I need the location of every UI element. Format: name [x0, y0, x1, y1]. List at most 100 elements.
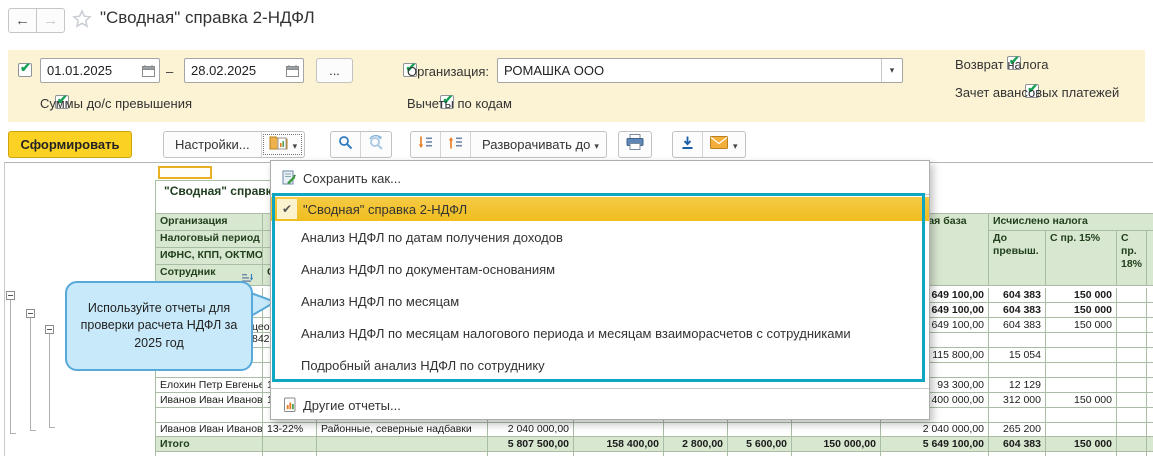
page-title: "Сводная" справка 2-НДФЛ	[100, 8, 315, 27]
report-total-cell: 158 400,00	[574, 437, 664, 452]
organization-label: Организация:	[407, 64, 490, 79]
report-cell	[989, 363, 1046, 378]
report-header-calculated: Исчислено налога	[989, 214, 1153, 231]
menu-item-selected-variant[interactable]: "Сводная" справка 2-НДФЛ	[271, 197, 929, 221]
report-cell: 2 040 000,00	[488, 422, 574, 437]
period-from-input[interactable]	[41, 63, 137, 78]
print-button[interactable]	[619, 132, 651, 157]
report-cell	[1147, 363, 1153, 378]
report-cell: 604 383	[989, 288, 1046, 303]
report-cell	[792, 452, 881, 456]
chevron-down-icon	[594, 136, 599, 154]
report-cell	[574, 452, 664, 456]
favorite-star-icon[interactable]	[72, 9, 92, 34]
back-arrow-icon: ←	[15, 12, 30, 29]
report-cell	[664, 452, 728, 456]
menu-item-save-as[interactable]: Сохранить как...	[271, 165, 929, 191]
menu-item-variant[interactable]: Подробный анализ НДФЛ по сотруднику	[301, 349, 921, 381]
period-more-button[interactable]: ...	[316, 58, 353, 83]
selected-cell-marker[interactable]	[158, 166, 212, 179]
report-header-sub: С пр. 18%	[1117, 231, 1147, 286]
menu-item-variant[interactable]: Анализ НДФЛ по датам получения доходов	[301, 221, 921, 253]
period-to-field[interactable]	[184, 58, 304, 83]
send-email-button[interactable]	[702, 132, 745, 157]
expand-groups-icon-button[interactable]	[440, 132, 470, 157]
report-cell	[1147, 422, 1153, 437]
report-total-cell: 150 000,00	[792, 437, 881, 452]
period-checkbox[interactable]	[18, 60, 32, 77]
checkmark-icon	[277, 199, 297, 219]
report-cell	[1046, 363, 1117, 378]
search-next-button[interactable]	[360, 132, 391, 157]
report-cell	[156, 408, 263, 423]
report-cell	[574, 422, 664, 437]
sums-label: Суммы до/с превышения	[40, 96, 193, 111]
envelope-icon	[710, 135, 728, 154]
report-cell	[1147, 303, 1153, 318]
organization-input[interactable]	[498, 63, 881, 78]
report-total-cell	[263, 437, 317, 452]
report-cell: 150 000	[1046, 288, 1117, 303]
callout-text: Используйте отчеты для проверки расчета …	[80, 300, 238, 350]
search-button[interactable]	[331, 132, 360, 157]
report-cell	[1117, 303, 1147, 318]
report-cell	[1147, 408, 1153, 423]
tree-collapse-toggle[interactable]	[26, 309, 35, 318]
period-from-field[interactable]	[40, 58, 160, 83]
report-cell	[1117, 318, 1147, 333]
settings-group: Настройки...	[163, 131, 306, 158]
report-total-cell: 5 600,00	[728, 437, 792, 452]
menu-item-other-reports[interactable]: Другие отчеты...	[271, 392, 929, 418]
collapse-groups-button[interactable]	[411, 132, 440, 157]
report-total-cell: Итого	[156, 437, 263, 452]
menu-item-variant[interactable]: Анализ НДФЛ по документам-основаниям	[301, 253, 921, 285]
report-cell	[1046, 333, 1117, 348]
export-group	[672, 131, 746, 158]
expand-to-button[interactable]: Разворачивать до	[470, 132, 606, 157]
report-cell	[1046, 378, 1117, 393]
save-file-button[interactable]	[673, 132, 702, 157]
report-cell	[792, 422, 881, 437]
report-cell	[1117, 363, 1147, 378]
report-cell	[664, 422, 728, 437]
report-cell	[488, 452, 574, 456]
menu-item-variant[interactable]: Анализ НДФЛ по месяцам	[301, 285, 921, 317]
chevron-down-icon	[733, 136, 738, 154]
report-cell	[1147, 378, 1153, 393]
generate-button[interactable]: Сформировать	[8, 131, 132, 158]
save-as-icon	[277, 170, 301, 186]
tree-collapse-toggle[interactable]	[45, 325, 54, 334]
forward-button[interactable]: →	[36, 8, 65, 33]
back-button[interactable]: ←	[8, 8, 37, 33]
report-cell	[1046, 422, 1117, 437]
report-header-label: Налоговый период	[156, 231, 263, 248]
report-cell	[1147, 348, 1153, 363]
report-total-cell: 2 800,00	[664, 437, 728, 452]
report-cell	[317, 452, 488, 456]
period-to-input[interactable]	[185, 63, 281, 78]
report-cell	[1147, 333, 1153, 348]
calendar-icon[interactable]	[281, 64, 303, 77]
report-cell	[1117, 378, 1147, 393]
chevron-down-icon[interactable]	[881, 59, 902, 82]
report-variant-menu: Сохранить как... "Сводная" справка 2-НДФ…	[270, 160, 930, 420]
report-variant-button[interactable]	[260, 132, 305, 157]
period-dash: –	[166, 64, 174, 79]
report-total-cell	[1117, 437, 1147, 452]
report-cell	[1147, 318, 1153, 333]
report-cell	[728, 452, 792, 456]
report-cell	[1046, 348, 1117, 363]
settings-button[interactable]: Настройки...	[164, 132, 261, 157]
menu-item-variant[interactable]: Анализ НДФЛ по месяцам налогового период…	[301, 317, 921, 349]
report-cell: 604 383	[989, 303, 1046, 318]
calendar-icon[interactable]	[137, 64, 159, 77]
tree-collapse-toggle[interactable]	[6, 291, 15, 300]
organization-combo[interactable]	[497, 58, 903, 83]
report-cell	[1046, 452, 1117, 456]
report-cell	[1046, 408, 1117, 423]
report-cell	[1117, 393, 1147, 408]
menu-variant-list: Анализ НДФЛ по датам получения доходов Ан…	[271, 221, 929, 381]
download-icon	[680, 135, 695, 155]
report-cell: Иванов Иван Иванович	[156, 393, 263, 408]
menu-separator	[271, 194, 929, 195]
